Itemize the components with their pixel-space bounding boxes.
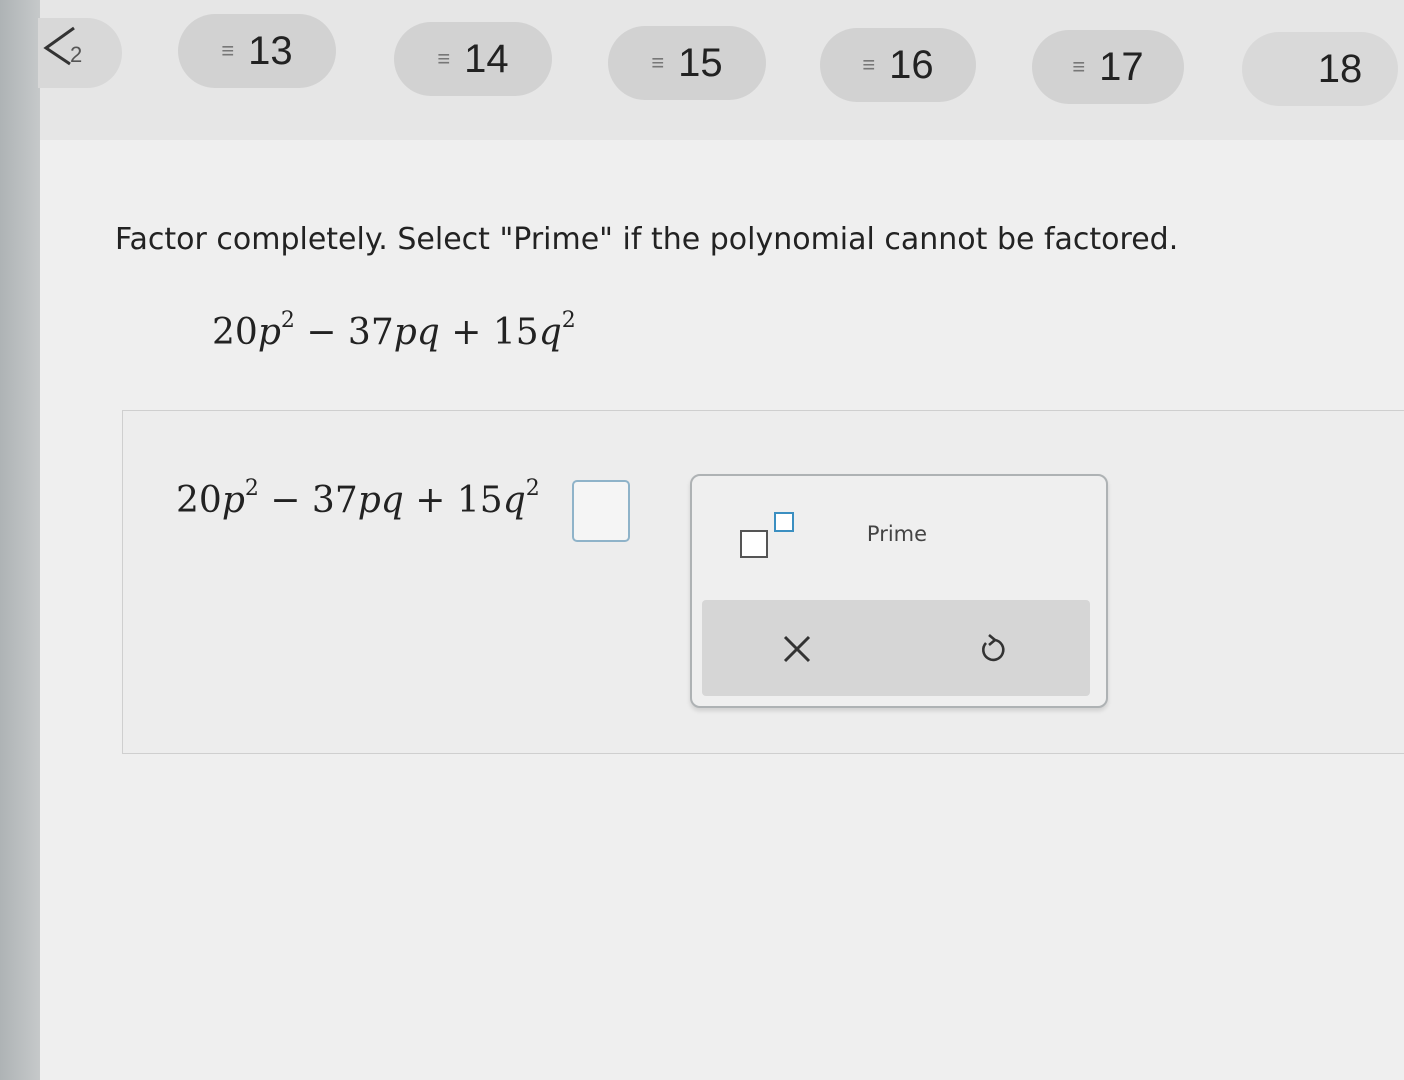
undo-button[interactable] <box>968 624 1018 674</box>
question-16-button[interactable]: ≡ 16 <box>820 28 976 102</box>
question-15-button[interactable]: ≡ 15 <box>608 26 766 100</box>
prime-button[interactable]: Prime <box>842 516 952 552</box>
question-number: 16 <box>889 42 934 87</box>
flagged-icon: ≡ <box>1072 54 1086 79</box>
question-number: 13 <box>248 28 293 73</box>
left-edge-strip <box>0 0 40 1080</box>
clear-button[interactable] <box>772 624 822 674</box>
undo-icon <box>981 634 1005 662</box>
keypad-action-bar <box>702 600 1090 696</box>
question-number: 17 <box>1099 44 1144 89</box>
question-number: 14 <box>464 36 509 81</box>
problem-expression: 20p2 − 37pq + 15q2 <box>212 308 576 353</box>
exponent-button[interactable] <box>728 502 798 562</box>
flagged-icon: ≡ <box>651 50 665 75</box>
close-icon <box>783 635 811 663</box>
chevron-left-icon: 2 <box>43 26 82 67</box>
question-14-button[interactable]: ≡ 14 <box>394 22 552 96</box>
previous-button[interactable]: 2 <box>38 18 122 88</box>
svg-text:2: 2 <box>70 42 82 67</box>
question-13-button[interactable]: ≡ 13 <box>178 14 336 88</box>
answer-expression: 20p2 − 37pq + 15q2 = <box>176 476 593 521</box>
math-keypad: Prime <box>690 474 1108 708</box>
question-18-button[interactable]: 18 <box>1242 32 1398 106</box>
question-number: 15 <box>678 40 723 85</box>
answer-input[interactable] <box>572 480 630 542</box>
flagged-icon: ≡ <box>221 38 235 63</box>
exponent-template-icon <box>740 530 768 558</box>
problem-instruction: Factor completely. Select "Prime" if the… <box>115 222 1179 257</box>
flagged-icon: ≡ <box>862 52 876 77</box>
question-number: 18 <box>1317 46 1363 91</box>
question-17-button[interactable]: ≡ 17 <box>1032 30 1184 104</box>
flagged-icon: ≡ <box>437 46 451 71</box>
